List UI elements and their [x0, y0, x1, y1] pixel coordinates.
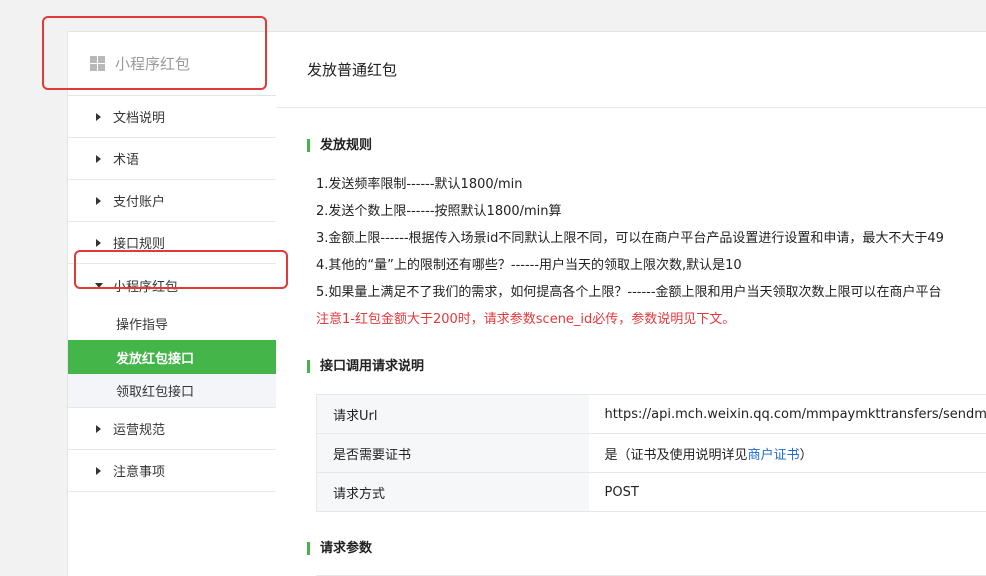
sidebar-subitem-guide[interactable]: 操作指导: [68, 306, 276, 340]
sidebar-item-operation-rules[interactable]: 运营规范: [68, 408, 276, 450]
section-title-rules: 发放规则: [307, 139, 372, 152]
sidebar-subitem-send-redpacket[interactable]: 发放红包接口: [68, 340, 276, 374]
highlight-box-sidebar-title: [42, 16, 267, 90]
sidebar-subitem-label: 发放红包接口: [116, 351, 195, 367]
table-key: 是否需要证书: [315, 433, 589, 473]
merchant-cert-link[interactable]: 商户证书: [748, 448, 800, 463]
rule-line: 1.发送频率限制------默认1800/min: [316, 177, 523, 192]
caret-right-icon: [96, 112, 101, 121]
table-key: 请求方式: [315, 472, 589, 512]
highlight-box-mini-redpacket: [74, 250, 288, 289]
warning-note: 注意1-红包金额大于200时，请求参数scene_id必传，参数说明见下文。: [316, 312, 736, 327]
sidebar-item-payment-account[interactable]: 支付账户: [68, 180, 276, 222]
caret-right-icon: [96, 466, 101, 475]
page-header: 发放普通红包: [276, 32, 986, 108]
sidebar-item-notes[interactable]: 注意事项: [68, 450, 276, 492]
rule-line: 2.发送个数上限------按照默认1800/min算: [316, 204, 562, 219]
table-row: 请求方式 POST: [315, 472, 986, 512]
rule-line: 4.其他的“量”上的限制还有哪些？------用户当天的领取上限次数,默认是10: [316, 258, 742, 273]
rule-line: 5.如果量上满足不了我们的需求，如何提高各个上限？------金额上限和用户当天…: [316, 285, 942, 300]
table-key: 请求Url: [315, 394, 589, 434]
caret-right-icon: [96, 424, 101, 433]
section-title-params: 请求参数: [307, 542, 372, 555]
sidebar-item-label: 文档说明: [113, 111, 166, 126]
sidebar-item-terms[interactable]: 术语: [68, 138, 276, 180]
cert-suffix: ）: [799, 447, 813, 463]
table-value: POST: [588, 472, 986, 512]
caret-right-icon: [96, 154, 101, 163]
section-title-request: 接口调用请求说明: [307, 360, 424, 373]
rule-line: 3.金额上限------根据传入场景id不同默认上限不同，可以在商户平台产品设置…: [316, 231, 944, 246]
sidebar-item-label: 注意事项: [113, 465, 166, 480]
rules-list: 1.发送频率限制------默认1800/min 2.发送个数上限------按…: [316, 171, 986, 333]
caret-right-icon: [96, 238, 101, 247]
cert-prefix: 是（证书及使用说明详见: [604, 447, 748, 463]
table-value: https://api.mch.weixin.qq.com/mmpaymkttr…: [588, 394, 986, 434]
sidebar-subitem-label: 领取红包接口: [116, 385, 195, 400]
main-content: 发放普通红包 发放规则 1.发送频率限制------默认1800/min 2.发…: [276, 31, 986, 576]
table-value: 是（证书及使用说明详见商户证书）: [588, 433, 986, 473]
table-row: 请求Url https://api.mch.weixin.qq.com/mmpa…: [315, 394, 986, 434]
caret-right-icon: [96, 196, 101, 205]
sidebar-item-label: 术语: [113, 153, 140, 168]
request-info-table: 请求Url https://api.mch.weixin.qq.com/mmpa…: [315, 394, 986, 512]
sidebar-subitem-label: 操作指导: [116, 317, 169, 333]
sidebar-item-label: 运营规范: [113, 423, 166, 438]
table-row: 是否需要证书 是（证书及使用说明详见商户证书）: [315, 433, 986, 473]
sidebar: 小程序红包 文档说明 术语 支付账户 接口规则 小程序红包 操作指导 发放红包接…: [67, 31, 277, 576]
sidebar-item-label: 支付账户: [113, 195, 166, 210]
sidebar-subitem-receive-redpacket[interactable]: 领取红包接口: [68, 374, 276, 408]
sidebar-item-docs[interactable]: 文档说明: [68, 96, 276, 138]
page-title: 发放普通红包: [307, 61, 398, 79]
